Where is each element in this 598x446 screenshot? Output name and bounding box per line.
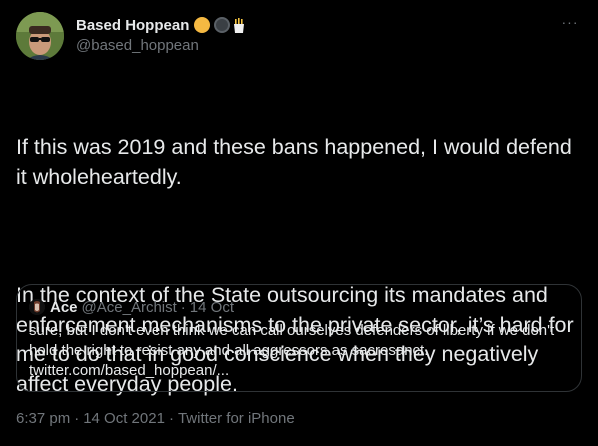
tweet-date[interactable]: 14 Oct 2021 bbox=[83, 410, 165, 427]
display-name[interactable]: Based Hoppean bbox=[76, 17, 189, 34]
avatar-image bbox=[16, 12, 64, 60]
quoted-tweet[interactable]: Ace @Ace_Archist · 14 Oct sure, but I do… bbox=[16, 284, 582, 392]
author-handle[interactable]: @based_hoppean bbox=[76, 37, 245, 54]
quote-body: sure, but I don't even think we can call… bbox=[29, 322, 555, 359]
quote-author-name: Ace bbox=[50, 298, 78, 316]
quote-author-handle: @Ace_Archist bbox=[81, 298, 177, 316]
orange-circle-icon bbox=[194, 17, 211, 33]
quote-avatar bbox=[29, 299, 45, 315]
meta-separator-2: · bbox=[168, 410, 174, 427]
quote-separator: · bbox=[180, 298, 186, 316]
quote-header: Ace @Ace_Archist · 14 Oct bbox=[29, 297, 569, 317]
more-dots-icon[interactable]: ··· bbox=[560, 14, 580, 34]
tweet: Based Hoppean @based_hoppean ··· If this… bbox=[0, 0, 598, 446]
fries-icon bbox=[234, 17, 245, 33]
name-row: Based Hoppean bbox=[76, 15, 245, 35]
author-names: Based Hoppean @based_hoppean bbox=[76, 15, 245, 54]
tweet-paragraph-1: If this was 2019 and these bans happened… bbox=[16, 135, 578, 189]
tweet-header: Based Hoppean @based_hoppean ··· bbox=[16, 12, 582, 60]
quote-text: sure, but I don't even think we can call… bbox=[29, 321, 569, 381]
quote-date: 14 Oct bbox=[189, 298, 234, 316]
tweet-time[interactable]: 6:37 pm bbox=[16, 410, 70, 427]
avatar[interactable] bbox=[16, 12, 64, 60]
tweet-meta: 6:37 pm · 14 Oct 2021 · Twitter for iPho… bbox=[16, 410, 295, 427]
meta-separator-1: · bbox=[74, 410, 80, 427]
dark-circle-icon bbox=[214, 17, 231, 33]
tweet-source[interactable]: Twitter for iPhone bbox=[178, 410, 295, 427]
quote-link[interactable]: twitter.com/based_hoppean/... bbox=[29, 361, 569, 381]
